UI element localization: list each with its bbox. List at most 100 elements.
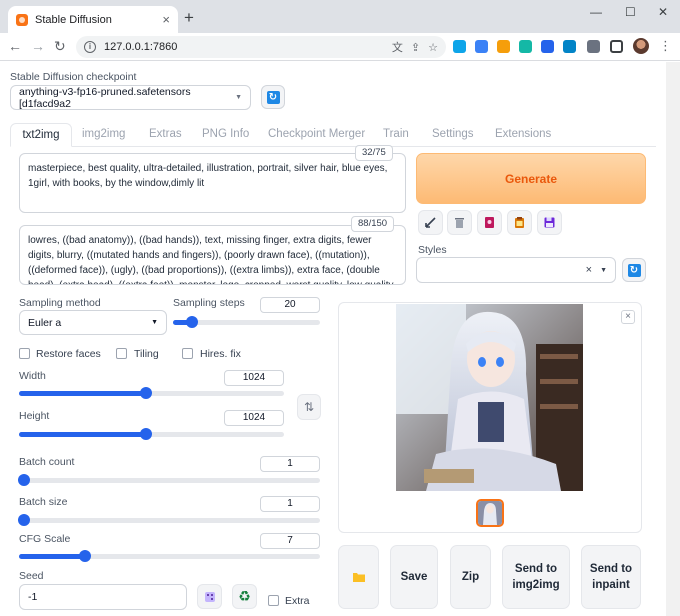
recycle-icon: ♻ <box>238 588 251 604</box>
clipboard-icon <box>515 217 524 228</box>
bookmark-star-icon[interactable]: ☆ <box>428 41 438 54</box>
extension-icon[interactable] <box>519 40 532 53</box>
seed-label: Seed <box>19 570 44 582</box>
cfg-scale-input[interactable]: 7 <box>260 533 320 549</box>
metamask-icon[interactable] <box>497 40 510 53</box>
clear-prompt-button[interactable] <box>447 210 472 235</box>
address-bar[interactable]: i 127.0.0.1:7860 文 ⇪ ☆ <box>76 36 446 58</box>
tab-png-info[interactable]: PNG Info <box>202 123 249 147</box>
profile-avatar[interactable] <box>633 38 649 54</box>
extension-icon[interactable] <box>563 40 576 53</box>
floppy-disk-icon <box>544 217 555 228</box>
minimize-window-button[interactable]: — <box>590 5 602 19</box>
batch-size-input[interactable]: 1 <box>260 496 320 512</box>
random-seed-button[interactable] <box>197 584 222 609</box>
send-to-img2img-button[interactable]: Send to img2img <box>502 545 570 609</box>
prompt-token-counter: 32/75 <box>355 145 393 161</box>
tab-extensions[interactable]: Extensions <box>495 123 551 147</box>
tab-settings[interactable]: Settings <box>432 123 474 147</box>
close-tab-icon[interactable]: × <box>162 12 170 27</box>
tab-img2img[interactable]: img2img <box>82 123 125 147</box>
slider-handle[interactable] <box>18 474 30 486</box>
puzzle-extensions-icon[interactable] <box>587 40 600 53</box>
close-gallery-icon[interactable]: × <box>621 310 635 324</box>
hires-fix-checkbox[interactable] <box>182 348 193 359</box>
share-icon[interactable]: ⇪ <box>411 41 420 54</box>
reuse-seed-button[interactable]: ♻ <box>232 584 257 609</box>
negative-prompt-textarea[interactable]: lowres, ((bad anatomy)), ((bad hands)), … <box>19 225 406 285</box>
save-style-button[interactable] <box>537 210 562 235</box>
height-slider[interactable] <box>19 428 284 440</box>
batch-count-input[interactable]: 1 <box>260 456 320 472</box>
cfg-scale-slider[interactable] <box>19 550 320 562</box>
batch-count-slider[interactable] <box>18 474 320 486</box>
slider-handle[interactable] <box>140 387 153 399</box>
open-folder-button[interactable] <box>338 545 379 609</box>
restore-faces-checkbox[interactable] <box>19 348 30 359</box>
extension-icon[interactable] <box>541 40 554 53</box>
forward-arrow-icon[interactable]: → <box>31 38 45 54</box>
reload-icon[interactable]: ↻ <box>54 38 66 55</box>
extra-seed-checkbox[interactable] <box>268 595 279 606</box>
tiling-label: Tiling <box>134 348 159 360</box>
clear-styles-icon[interactable]: × <box>586 264 592 276</box>
folder-icon <box>352 573 365 582</box>
gallery-thumbnail[interactable] <box>476 499 504 527</box>
sampling-steps-input[interactable]: 20 <box>260 297 320 313</box>
tab-checkpoint-merger[interactable]: Checkpoint Merger <box>268 123 365 147</box>
checkpoint-dropdown[interactable]: anything-v3-fp16-pruned.safetensors [d1f… <box>10 85 251 110</box>
generate-button[interactable]: Generate <box>416 153 646 204</box>
send-to-inpaint-button[interactable]: Send to inpaint <box>581 545 641 609</box>
maximize-window-button[interactable]: ☐ <box>625 5 636 19</box>
new-tab-button[interactable]: + <box>184 8 194 28</box>
width-input[interactable]: 1024 <box>224 370 284 386</box>
save-button[interactable]: Save <box>390 545 438 609</box>
thumbnail-image <box>478 501 502 525</box>
slider-handle[interactable] <box>79 550 92 562</box>
tab-txt2img[interactable]: txt2img <box>10 123 72 147</box>
tab-train[interactable]: Train <box>383 123 409 147</box>
translate-icon[interactable]: 文 <box>392 39 403 55</box>
refresh-icon: ↻ <box>627 263 641 277</box>
close-window-button[interactable]: ✕ <box>658 5 668 19</box>
seed-input[interactable]: -1 <box>19 584 187 610</box>
extension-icon[interactable] <box>453 40 466 53</box>
height-input[interactable]: 1024 <box>224 410 284 426</box>
site-info-icon[interactable]: i <box>84 41 96 53</box>
batch-size-slider[interactable] <box>18 514 320 526</box>
refresh-styles-button[interactable]: ↻ <box>622 258 646 282</box>
browser-tab[interactable]: Stable Diffusion × <box>8 6 178 33</box>
cfg-scale-label: CFG Scale <box>19 533 71 545</box>
side-panel-icon[interactable] <box>610 40 623 53</box>
page-scrollbar[interactable] <box>666 62 680 616</box>
zip-button[interactable]: Zip <box>450 545 491 609</box>
tab-extras[interactable]: Extras <box>149 123 182 147</box>
width-slider[interactable] <box>19 387 284 399</box>
styles-label: Styles <box>418 244 447 256</box>
sampling-method-dropdown[interactable]: Euler a ▼ <box>19 310 167 335</box>
slider-handle[interactable] <box>140 428 153 440</box>
apply-style-button[interactable] <box>507 210 532 235</box>
generated-image[interactable] <box>396 304 583 491</box>
prompt-textarea[interactable]: masterpiece, best quality, ultra-detaile… <box>19 153 406 213</box>
hires-fix-label: Hires. fix <box>200 348 241 360</box>
tiling-checkbox[interactable] <box>116 348 127 359</box>
webui-page: Stable Diffusion checkpoint anything-v3-… <box>0 62 680 616</box>
swap-dimensions-button[interactable]: ⇅ <box>297 394 321 420</box>
browser-tab-strip: Stable Diffusion × + — ☐ ✕ <box>0 0 680 33</box>
back-arrow-icon[interactable]: ← <box>8 38 22 54</box>
sampling-steps-slider[interactable] <box>173 316 320 328</box>
height-label: Height <box>19 410 50 422</box>
read-parameters-button[interactable] <box>418 210 443 235</box>
batch-count-label: Batch count <box>19 456 75 468</box>
menu-kebab-icon[interactable]: ⋮ <box>659 38 672 54</box>
refresh-checkpoint-button[interactable]: ↻ <box>261 85 285 109</box>
slider-handle[interactable] <box>186 316 199 328</box>
extra-networks-button[interactable] <box>477 210 502 235</box>
chevron-down-icon: ▼ <box>600 266 607 274</box>
translate-extension-icon[interactable] <box>475 40 488 53</box>
styles-dropdown[interactable]: × ▼ <box>416 257 616 283</box>
url-text[interactable]: 127.0.0.1:7860 <box>104 41 384 53</box>
slider-handle[interactable] <box>18 514 30 526</box>
slider-fill <box>19 391 147 396</box>
